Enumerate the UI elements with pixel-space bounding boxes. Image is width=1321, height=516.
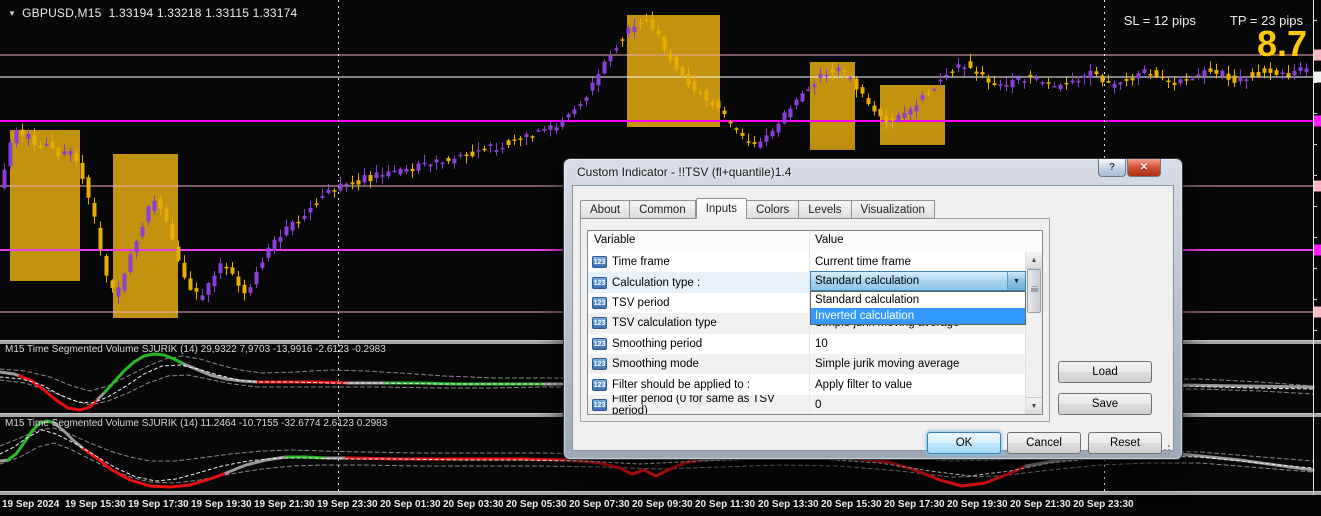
numeric-parameter-icon: 123 bbox=[592, 256, 607, 269]
column-header-value: Value bbox=[815, 234, 844, 246]
numeric-parameter-icon: 123 bbox=[592, 378, 607, 391]
time-axis[interactable]: 19 Sep 2024 19 Sep 15:30 19 Sep 17:30 19 Se… bbox=[0, 495, 1321, 516]
time-axis-label: 20 Sep 13:30 bbox=[758, 499, 819, 510]
price-scale bbox=[1313, 0, 1321, 495]
table-row[interactable]: 123 Smoothing period 10 bbox=[588, 333, 1025, 354]
time-axis-label: 20 Sep 17:30 bbox=[884, 499, 945, 510]
calculation-type-combobox[interactable]: Standard calculation ▼ bbox=[810, 271, 1026, 291]
dialog-title: Custom Indicator - !!TSV (fl+quantile)1.… bbox=[577, 165, 792, 179]
grid-header: Variable Value bbox=[588, 231, 1042, 253]
time-axis-label: 20 Sep 03:30 bbox=[443, 499, 504, 510]
close-button[interactable]: ✕ bbox=[1127, 159, 1161, 177]
help-button[interactable]: ? bbox=[1098, 159, 1126, 177]
time-axis-label: 20 Sep 19:30 bbox=[947, 499, 1008, 510]
numeric-parameter-icon: 123 bbox=[592, 296, 607, 309]
scrollbar-thumb[interactable] bbox=[1027, 269, 1041, 313]
indicator1-label: M15 Time Segmented Volume SJURIK (14) 29… bbox=[5, 344, 386, 355]
numeric-parameter-icon: 123 bbox=[592, 358, 607, 371]
row-label: Time frame bbox=[612, 256, 670, 269]
row-value[interactable]: Apply filter to value bbox=[810, 379, 1025, 391]
dialog-client-area: About Common Inputs Colors Levels Visualizati… bbox=[572, 185, 1174, 454]
row-value[interactable]: Simple jurik moving average bbox=[810, 358, 1025, 370]
chevron-down-icon[interactable]: ▼ bbox=[1007, 272, 1025, 290]
scroll-up-icon[interactable]: ▲ bbox=[1026, 252, 1042, 269]
column-header-variable: Variable bbox=[588, 231, 810, 252]
numeric-parameter-icon: 123 bbox=[592, 276, 607, 289]
time-axis-label: 20 Sep 07:30 bbox=[569, 499, 630, 510]
time-axis-label: 20 Sep 09:30 bbox=[632, 499, 693, 510]
table-row[interactable]: 123 Filter period (0 for same as TSV peri… bbox=[588, 394, 1025, 414]
numeric-parameter-icon: 123 bbox=[592, 317, 607, 330]
tab-common[interactable]: Common bbox=[630, 200, 696, 219]
chart-dropdown-icon[interactable]: ▼ bbox=[8, 9, 16, 18]
grid-scrollbar[interactable]: ▲ ▼ bbox=[1025, 252, 1042, 414]
symbol-name: GBPUSD,M15 bbox=[22, 6, 102, 20]
tab-bar: About Common Inputs Colors Levels Visualizati… bbox=[580, 198, 935, 219]
dropdown-option[interactable]: Standard calculation bbox=[811, 292, 1025, 308]
row-label: Calculation type : bbox=[612, 276, 701, 289]
tab-levels[interactable]: Levels bbox=[799, 200, 852, 219]
numeric-parameter-icon: 123 bbox=[592, 398, 607, 411]
calculation-type-dropdown-list: Standard calculation Inverted calculation bbox=[810, 291, 1026, 325]
time-axis-label: 20 Sep 01:30 bbox=[380, 499, 441, 510]
time-axis-label: 19 Sep 21:30 bbox=[254, 499, 315, 510]
row-label: Smoothing period bbox=[612, 337, 703, 350]
help-icon: ? bbox=[1108, 162, 1116, 173]
resize-grip[interactable] bbox=[1168, 445, 1170, 447]
indicator2-label: M15 Time Segmented Volume SJURIK (14) 11… bbox=[5, 418, 388, 429]
row-label: TSV calculation type bbox=[612, 317, 717, 330]
time-axis-label: 20 Sep 05:30 bbox=[506, 499, 567, 510]
cancel-button[interactable]: Cancel bbox=[1007, 432, 1081, 454]
numeric-parameter-icon: 123 bbox=[592, 337, 607, 350]
time-axis-label: 19 Sep 15:30 bbox=[65, 499, 126, 510]
tab-visualization[interactable]: Visualization bbox=[851, 200, 935, 219]
custom-indicator-dialog: Custom Indicator - !!TSV (fl+quantile)1.… bbox=[563, 158, 1183, 460]
dropdown-option[interactable]: Inverted calculation bbox=[811, 308, 1025, 324]
time-axis-label: 20 Sep 23:30 bbox=[1073, 499, 1134, 510]
table-row[interactable]: 123 Time frame Current time frame bbox=[588, 252, 1025, 273]
row-label: TSV period bbox=[612, 296, 670, 309]
signal-value: 8.7 bbox=[1256, 23, 1307, 64]
reset-button[interactable]: Reset bbox=[1088, 432, 1162, 454]
combobox-value: Standard calculation bbox=[815, 275, 920, 287]
time-axis-label: 19 Sep 2024 bbox=[2, 499, 60, 510]
row-label: Filter period (0 for same as TSV period) bbox=[612, 394, 775, 414]
tab-colors[interactable]: Colors bbox=[747, 200, 800, 219]
close-icon: ✕ bbox=[1139, 162, 1149, 173]
row-label: Smoothing mode bbox=[612, 358, 699, 371]
row-label: Filter should be applied to : bbox=[612, 378, 751, 391]
ok-button[interactable]: OK bbox=[927, 432, 1001, 454]
row-value[interactable]: Current time frame bbox=[810, 256, 1025, 268]
time-axis-label: 20 Sep 15:30 bbox=[821, 499, 882, 510]
inputs-tab-panel: Variable Value 123 Time frame Current time… bbox=[580, 218, 1050, 422]
time-axis-label: 19 Sep 17:30 bbox=[128, 499, 189, 510]
sl-label: SL = 12 pips bbox=[1123, 13, 1196, 28]
dialog-titlebar[interactable]: Custom Indicator - !!TSV (fl+quantile)1.… bbox=[564, 159, 1182, 185]
row-value[interactable]: 0 bbox=[810, 399, 1025, 411]
time-axis-label: 20 Sep 11:30 bbox=[695, 499, 756, 510]
tab-inputs[interactable]: Inputs bbox=[695, 198, 748, 219]
chart-symbol-title: ▼ GBPUSD,M15 1.33194 1.33218 1.33115 1.33… bbox=[8, 6, 297, 20]
ohlc-quotes: 1.33194 1.33218 1.33115 1.33174 bbox=[108, 6, 298, 20]
tab-about[interactable]: About bbox=[580, 200, 631, 219]
save-button[interactable]: Save bbox=[1058, 393, 1152, 415]
table-row[interactable]: 123 Filter should be applied to : Apply fi… bbox=[588, 374, 1025, 395]
time-axis-label: 19 Sep 23:30 bbox=[317, 499, 378, 510]
row-value[interactable]: 10 bbox=[810, 338, 1025, 350]
scroll-down-icon[interactable]: ▼ bbox=[1026, 397, 1042, 414]
time-axis-label: 20 Sep 21:30 bbox=[1010, 499, 1071, 510]
time-axis-label: 19 Sep 19:30 bbox=[191, 499, 252, 510]
load-button[interactable]: Load bbox=[1058, 361, 1152, 383]
table-row[interactable]: 123 Smoothing mode Simple jurik moving ave… bbox=[588, 353, 1025, 375]
